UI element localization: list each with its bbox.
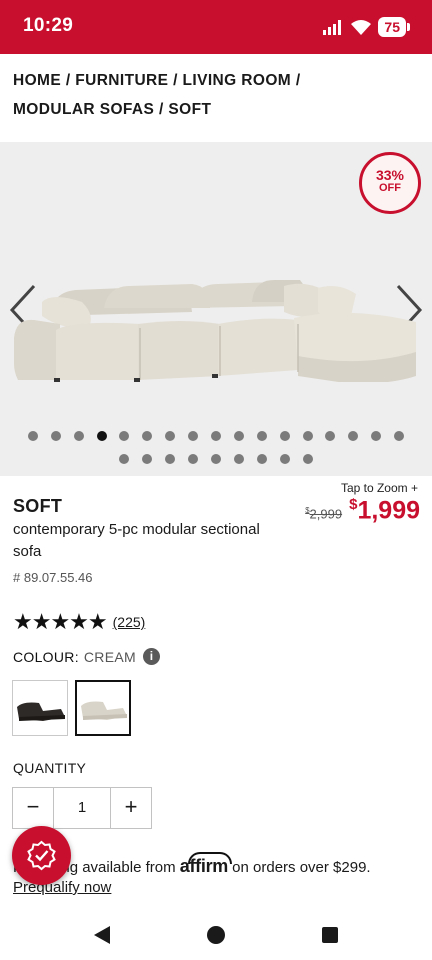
discount-off-label: OFF <box>379 182 401 194</box>
financing-info: Financing available from affirm on order… <box>13 855 423 879</box>
colour-swatch-dark[interactable] <box>12 680 68 736</box>
financing-text-end: on orders over $299. <box>232 859 371 876</box>
review-count-link[interactable]: (225) <box>113 614 146 630</box>
status-bar: 10:29 75 <box>0 0 432 54</box>
status-time: 10:29 <box>23 15 74 36</box>
product-sku: # 89.07.55.46 <box>13 570 93 585</box>
discount-badge: 33% OFF <box>359 152 421 214</box>
carousel-dot[interactable] <box>233 453 244 464</box>
colour-label: COLOUR: <box>13 648 79 665</box>
quantity-decrease-button[interactable]: − <box>13 788 53 828</box>
tap-to-zoom-label: Tap to Zoom <box>340 481 408 495</box>
colour-value: CREAM <box>83 648 136 665</box>
swatch-cream-image <box>81 701 127 720</box>
breadcrumb-home[interactable]: HOME <box>13 72 61 89</box>
back-icon[interactable] <box>92 924 112 946</box>
original-price: $2,999 <box>305 506 342 521</box>
badge-check-icon <box>27 840 56 871</box>
plus-icon: + <box>410 481 418 495</box>
affirm-logo: affirm <box>179 856 229 876</box>
signal-icon <box>323 20 342 35</box>
system-nav-bar <box>0 912 432 960</box>
offers-fab-button[interactable] <box>12 826 71 885</box>
discount-percent: 33% <box>375 167 405 183</box>
breadcrumb-living-room[interactable]: LIVING ROOM <box>183 72 292 89</box>
carousel-dot[interactable] <box>165 453 176 464</box>
tap-to-zoom[interactable]: Tap to Zoom + <box>341 481 418 495</box>
carousel-dot[interactable] <box>188 430 199 441</box>
breadcrumb-separator: / <box>168 72 183 89</box>
star-rating-icon: ★★★★★ <box>13 609 108 634</box>
sale-price: $1,999 <box>349 496 420 525</box>
carousel-dot[interactable] <box>371 430 382 441</box>
carousel-dot[interactable] <box>279 430 290 441</box>
carousel-dots-row <box>0 447 432 470</box>
swatch-dark-image <box>17 702 65 721</box>
rating: ★★★★★ (225) <box>13 611 145 633</box>
carousel-dot[interactable] <box>302 430 313 441</box>
breadcrumb-separator: / <box>154 101 169 118</box>
quantity-increase-button[interactable]: + <box>111 788 151 828</box>
carousel-dot[interactable] <box>211 430 221 441</box>
product-description: contemporary 5-pc modular sectional sofa <box>13 521 260 560</box>
quantity-stepper: − 1 + <box>12 787 152 829</box>
carousel-dot[interactable] <box>211 453 221 464</box>
breadcrumb-furniture[interactable]: FURNITURE <box>75 72 168 89</box>
quantity-label: QUANTITY <box>13 760 87 776</box>
old-price-amount: 2,999 <box>309 506 343 522</box>
product-image[interactable] <box>12 272 422 382</box>
carousel-dot[interactable] <box>302 453 313 464</box>
carousel-dots-row <box>0 424 432 447</box>
carousel-dot[interactable] <box>119 453 130 464</box>
breadcrumb: HOME / FURNITURE / LIVING ROOM / MODULAR… <box>13 66 423 124</box>
product-gallery[interactable]: 33% OFF <box>0 142 432 476</box>
carousel-dot[interactable] <box>96 430 107 441</box>
carousel-dot[interactable] <box>50 430 61 441</box>
breadcrumb-current: SOFT <box>168 101 212 118</box>
product-name: SOFT <box>13 496 63 516</box>
carousel-dot[interactable] <box>279 453 290 464</box>
wifi-icon <box>351 20 372 35</box>
carousel-dot[interactable] <box>188 453 199 464</box>
info-icon[interactable]: i <box>142 648 160 665</box>
carousel-dot[interactable] <box>27 430 38 441</box>
breadcrumb-separator: / <box>61 72 76 89</box>
carousel-dot[interactable] <box>256 430 267 441</box>
new-price-amount: 1,999 <box>357 496 420 525</box>
carousel-dot[interactable] <box>233 430 244 441</box>
carousel-dots <box>0 424 432 470</box>
breadcrumb-modular-sofas[interactable]: MODULAR SOFAS <box>13 101 154 118</box>
carousel-dot[interactable] <box>256 453 267 464</box>
carousel-dot[interactable] <box>142 453 153 464</box>
carousel-dot[interactable] <box>165 430 176 441</box>
price: $2,999 $1,999 <box>305 496 420 525</box>
carousel-dot[interactable] <box>119 430 130 441</box>
carousel-dot[interactable] <box>325 430 336 441</box>
carousel-dot[interactable] <box>394 430 405 441</box>
quantity-input[interactable]: 1 <box>53 788 111 828</box>
colour-swatch-cream[interactable] <box>75 680 131 736</box>
status-icons: 75 <box>322 17 410 37</box>
colour-row: COLOUR: CREAM i <box>13 648 160 665</box>
carousel-dot[interactable] <box>142 430 153 441</box>
home-icon[interactable] <box>206 924 226 946</box>
recent-apps-icon[interactable] <box>320 924 340 946</box>
carousel-dot[interactable] <box>348 430 359 441</box>
battery-icon: 75 <box>378 17 410 37</box>
carousel-dot[interactable] <box>73 430 84 441</box>
breadcrumb-separator: / <box>291 72 301 89</box>
